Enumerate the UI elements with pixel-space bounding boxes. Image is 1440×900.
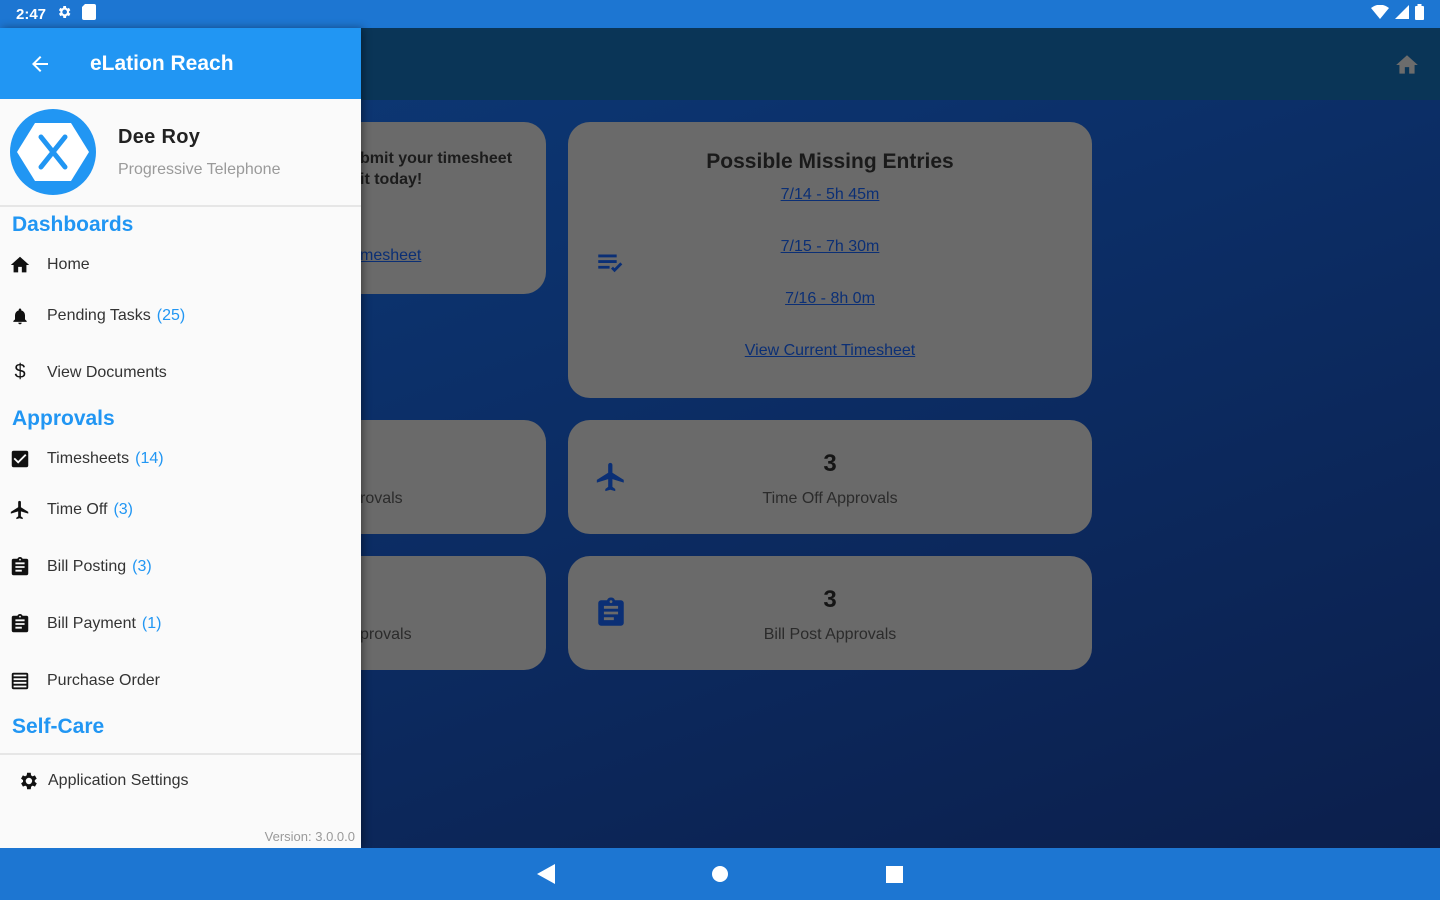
nav-label-home: Home: [47, 256, 90, 273]
battery-icon: [1415, 3, 1424, 25]
dollar-icon: $: [14, 361, 26, 383]
bill-post-count: 3: [823, 586, 837, 613]
clipboard-icon: [8, 555, 32, 579]
settings-status-icon: [56, 4, 72, 24]
checkbox-icon: [8, 447, 32, 471]
time-off-count: 3: [823, 450, 837, 477]
home-circle-icon[interactable]: [708, 862, 732, 886]
bell-icon: [8, 304, 32, 328]
clipboard-icon: [8, 612, 32, 636]
missing-entries-card: Possible Missing Entries 7/14 - 5h 45m 7…: [568, 122, 1092, 398]
back-triangle-icon[interactable]: [534, 862, 558, 886]
missing-entry-link-1[interactable]: 7/14 - 5h 45m: [568, 186, 1092, 204]
bill-payment-approvals-label: provals: [360, 626, 412, 643]
user-name: Dee Roy: [118, 125, 201, 148]
nav-item-pending-tasks[interactable]: Pending Tasks (25): [0, 287, 361, 344]
drawer-header: eLation Reach: [0, 28, 361, 99]
nav-label-pending-tasks: Pending Tasks: [47, 306, 151, 324]
nav-item-bill-posting[interactable]: Bill Posting (3): [0, 538, 361, 595]
submit-line-1: bmit your timesheet: [360, 150, 513, 167]
bill-posting-count: (3): [132, 557, 152, 575]
signal-icon: [1395, 4, 1409, 24]
bill-post-approvals-label: Bill Post Approvals: [763, 626, 897, 643]
gear-icon: [16, 769, 40, 793]
sd-card-status-icon: [82, 4, 97, 24]
nav-item-application-settings[interactable]: Application Settings: [0, 753, 361, 807]
nav-label-bill-posting: Bill Posting: [47, 557, 127, 575]
time-off-approvals-card[interactable]: 3 Time Off Approvals: [568, 420, 1092, 534]
screen: 2:47 bmit your timesheet it today! meshe…: [0, 0, 1440, 900]
nav-item-purchase-order[interactable]: Purchase Order: [0, 652, 361, 709]
status-time: 2:47: [16, 5, 47, 23]
nav-item-time-off[interactable]: Time Off (3): [0, 481, 361, 538]
version-text: Version: 3.0.0.0: [264, 829, 355, 844]
section-self-care: Self-Care: [12, 715, 105, 738]
timesheet-link[interactable]: mesheet: [360, 247, 421, 265]
wifi-icon: [1371, 4, 1389, 24]
nav-item-bill-payment[interactable]: Bill Payment (1): [0, 595, 361, 652]
bill-post-approvals-card[interactable]: 3 Bill Post Approvals: [568, 556, 1092, 670]
nav-label-bill-payment: Bill Payment: [47, 614, 136, 632]
bill-payment-count: (1): [141, 614, 162, 632]
home-icon[interactable]: [1394, 52, 1420, 78]
list-box-icon: [8, 669, 32, 693]
nav-item-view-documents[interactable]: $ View Documents: [0, 344, 361, 401]
nav-item-home[interactable]: Home: [0, 243, 361, 287]
missing-entry-link-3[interactable]: 7/16 - 8h 0m: [568, 290, 1092, 308]
time-off-nav-count: (3): [113, 500, 134, 518]
pending-tasks-count: (25): [156, 306, 186, 324]
submit-timesheet-text: bmit your timesheet it today!: [360, 148, 512, 190]
app-title: eLation Reach: [90, 51, 234, 75]
back-arrow-icon[interactable]: [0, 28, 80, 99]
home-icon: [8, 253, 32, 277]
nav-label-timesheets: Timesheets: [47, 450, 130, 467]
user-company: Progressive Telephone: [118, 160, 281, 178]
nav-label-purchase-order: Purchase Order: [47, 671, 160, 689]
time-off-approvals-label: Time Off Approvals: [762, 490, 898, 507]
navigation-drawer: eLation Reach Dee Roy Progressive Teleph…: [0, 28, 361, 848]
airplane-icon: [8, 498, 32, 522]
timesheet-approvals-label: rovals: [360, 490, 403, 507]
nav-label-application-settings: Application Settings: [48, 772, 189, 789]
submit-line-2: it today!: [360, 171, 423, 188]
missing-entries-title: Possible Missing Entries: [706, 150, 954, 173]
timesheets-count: (14): [135, 450, 164, 467]
nav-item-timesheets[interactable]: Timesheets (14): [0, 437, 361, 481]
section-approvals: Approvals: [12, 407, 115, 430]
recents-square-icon[interactable]: [882, 862, 906, 886]
system-navigation-bar: [0, 848, 1440, 900]
section-dashboards: Dashboards: [12, 213, 134, 236]
avatar: [10, 109, 96, 195]
user-profile: Dee Roy Progressive Telephone: [0, 99, 361, 207]
view-current-timesheet-link[interactable]: View Current Timesheet: [568, 342, 1092, 360]
status-bar: 2:47: [0, 0, 1440, 28]
nav-label-view-documents: View Documents: [47, 363, 167, 381]
missing-entry-link-2[interactable]: 7/15 - 7h 30m: [568, 238, 1092, 256]
nav-label-time-off: Time Off: [47, 500, 108, 518]
